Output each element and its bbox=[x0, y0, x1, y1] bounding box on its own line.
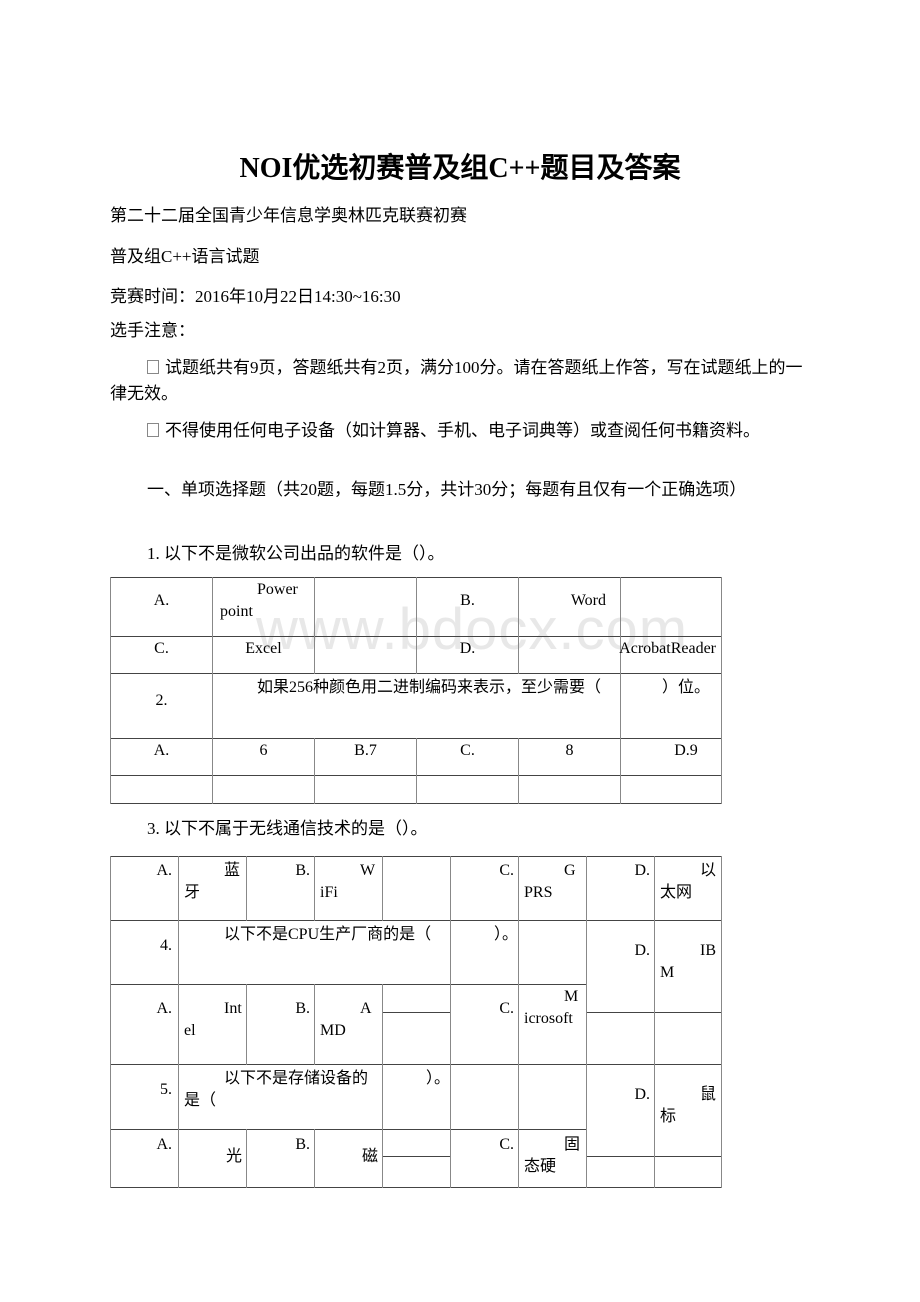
question-3: 3. 以下不属于无线通信技术的是（）。 bbox=[147, 819, 428, 838]
q5-option-c-label: C. bbox=[456, 1134, 514, 1156]
q5-option-b-label-text: B. bbox=[295, 1136, 310, 1153]
q2-option-a-value: 6 bbox=[259, 742, 268, 759]
q4-option-a-label-text: A. bbox=[156, 1000, 172, 1017]
contest-name: 第二十二届全国青少年信息学奥林匹克联赛初赛 bbox=[110, 206, 467, 225]
q5-option-b-value: 磁 bbox=[361, 1148, 378, 1165]
q4-number: 4. bbox=[160, 937, 172, 954]
q2-option-b: B.7 bbox=[354, 742, 377, 759]
q2-text: 如果256种颜色用二进制编码来表示，至少需要（ bbox=[257, 679, 602, 696]
q5-option-c-value: 固态硬 bbox=[524, 1136, 581, 1175]
q1-option-b-value: Word bbox=[570, 592, 606, 609]
q2-option-d: D.9 bbox=[674, 742, 698, 759]
q4-option-c-value: Microsoft bbox=[524, 988, 579, 1027]
q5-option-a-label-text: A. bbox=[156, 1136, 172, 1153]
q2-option-a-label: A. bbox=[153, 742, 170, 759]
notice-item-2: 不得使用任何电子设备（如计算器、手机、电子词典等）或查阅任何书籍资料。 bbox=[110, 416, 810, 446]
question-1: 1. 以下不是微软公司出品的软件是（）。 bbox=[147, 544, 445, 563]
q3-option-c-label: C. bbox=[456, 860, 514, 882]
contest-time: 竞赛时间：2016年10月22日14:30~16:30 bbox=[110, 287, 401, 306]
q5-option-a-label: A. bbox=[116, 1134, 172, 1156]
group-name: 普及组C++语言试题 bbox=[110, 247, 260, 266]
q4-option-b-value: AMD bbox=[320, 1000, 372, 1039]
q4-option-c-label: C. bbox=[456, 998, 514, 1020]
notice-text-1: 试题纸共有9页，答题纸共有2页，满分100分。请在答题纸上作答，写在试题纸上的一… bbox=[110, 358, 803, 403]
q5-text: 以下不是存储设备的是（ bbox=[184, 1070, 369, 1109]
section-heading: 一、单项选择题（共20题，每题1.5分，共计30分；每题有且仅有一个正确选项） bbox=[147, 480, 747, 499]
q2-option-c-label: C. bbox=[460, 742, 475, 759]
q4-option-d-label-text: D. bbox=[634, 942, 650, 959]
q1-option-c-label: C. bbox=[154, 640, 169, 657]
q1-option-b-label: B. bbox=[460, 592, 475, 609]
q4-text: 以下不是CPU生产厂商的是（ bbox=[224, 926, 432, 943]
q4-option-c-label-text: C. bbox=[499, 1000, 514, 1017]
q5-option-c-label-text: C. bbox=[499, 1136, 514, 1153]
q4-option-b-label-text: B. bbox=[295, 1000, 310, 1017]
q3-option-a-label: A. bbox=[116, 860, 172, 882]
document-title: NOI优选初赛普及组C++题目及答案 bbox=[239, 153, 681, 184]
notice-item-1: 试题纸共有9页，答题纸共有2页，满分100分。请在答题纸上作答，写在试题纸上的一… bbox=[110, 355, 810, 407]
q1-option-c-value: Excel bbox=[245, 640, 282, 657]
q3-option-c-label-text: C. bbox=[499, 862, 514, 879]
q1-option-d-label: D. bbox=[459, 640, 476, 657]
q5-tail: ）。 bbox=[426, 1070, 451, 1087]
q5-number: 5. bbox=[160, 1081, 172, 1098]
q3-option-b-value: WiFi bbox=[320, 862, 376, 901]
q3-option-b-label: B. bbox=[252, 860, 310, 882]
q4-tail: ）。 bbox=[494, 926, 519, 943]
notice-text-2: 不得使用任何电子设备（如计算器、手机、电子词典等）或查阅任何书籍资料。 bbox=[165, 421, 760, 440]
q5-option-a-value: 光 bbox=[225, 1148, 242, 1165]
q3-option-d-label-text: D. bbox=[634, 862, 650, 879]
q4-option-d-value: IBM bbox=[660, 942, 716, 981]
q2-option-c-value: 8 bbox=[565, 742, 574, 759]
q3-option-d-value: 以太网 bbox=[660, 862, 717, 901]
q5-option-d-label: D. bbox=[592, 1084, 650, 1106]
q2-tail: ）位。 bbox=[662, 679, 711, 696]
q4-option-b-label: B. bbox=[252, 998, 310, 1020]
q5-option-b-label: B. bbox=[252, 1134, 310, 1156]
q1-option-d-value: AcrobatReader bbox=[619, 640, 716, 657]
q1-option-a-label: A. bbox=[153, 592, 170, 609]
q4-option-a-value: Intel bbox=[184, 1000, 242, 1039]
q3-option-b-label-text: B. bbox=[295, 862, 310, 879]
q4-option-a-label: A. bbox=[116, 998, 172, 1020]
q3-option-d-label: D. bbox=[592, 860, 650, 882]
q3-option-a-label-text: A. bbox=[156, 862, 172, 879]
q3-option-a-value: 蓝牙 bbox=[184, 862, 241, 901]
q3-option-c-value: GPRS bbox=[524, 862, 576, 901]
q5-option-d-label-text: D. bbox=[634, 1086, 650, 1103]
q5-option-d-value: 鼠标 bbox=[660, 1086, 717, 1125]
q2-number: 2. bbox=[155, 692, 168, 709]
notice-heading: 选手注意： bbox=[110, 321, 195, 340]
bullet-box-icon bbox=[147, 360, 159, 374]
q4-option-d-label: D. bbox=[592, 940, 650, 962]
q1-option-a-value: Power point bbox=[220, 581, 298, 620]
bullet-box-icon bbox=[147, 423, 159, 437]
